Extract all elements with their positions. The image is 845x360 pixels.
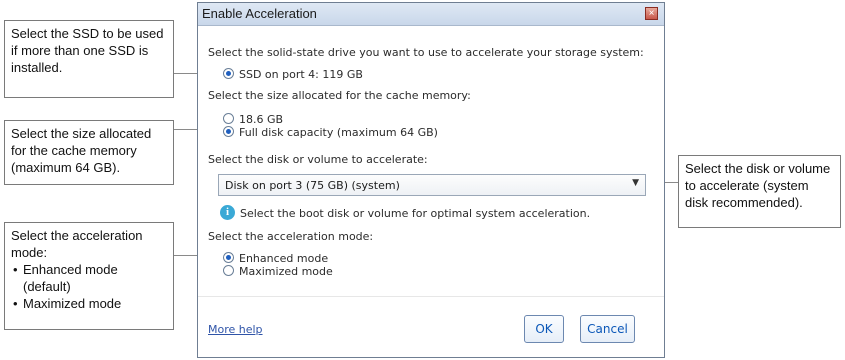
info-icon: i	[220, 205, 235, 220]
ok-button[interactable]: OK	[524, 315, 564, 343]
close-icon[interactable]: ×	[645, 7, 658, 20]
callout-mode-intro: Select the acceleration mode:	[11, 228, 143, 260]
callout-ssd-text: Select the SSD to be used if more than o…	[11, 26, 164, 75]
callout-cache-size: Select the size allocated for the cache …	[4, 120, 174, 185]
callout-cache-size-text: Select the size allocated for the cache …	[11, 126, 152, 175]
mode-maximized-label: Maximized mode	[239, 265, 333, 278]
size-radio-full[interactable]	[223, 126, 234, 137]
mode-radio-maximized[interactable]	[223, 265, 234, 276]
cancel-button[interactable]: Cancel	[580, 315, 635, 343]
mode-radio-enhanced[interactable]	[223, 252, 234, 263]
callout-disk-text: Select the disk or volume to accelerate …	[685, 161, 831, 210]
title-bar: Enable Acceleration ×	[198, 3, 664, 26]
enable-acceleration-dialog: Enable Acceleration × Select the solid-s…	[197, 2, 665, 358]
mode-enhanced-label: Enhanced mode	[239, 252, 329, 265]
disk-prompt: Select the disk or volume to accelerate:	[208, 153, 428, 166]
callout-mode-item: Enhanced mode (default)	[13, 261, 167, 295]
mode-prompt: Select the acceleration mode:	[208, 230, 374, 243]
callout-mode: Select the acceleration mode: Enhanced m…	[4, 222, 174, 330]
cache-size-prompt: Select the size allocated for the cache …	[208, 89, 471, 102]
callout-mode-list: Enhanced mode (default) Maximized mode	[11, 261, 167, 312]
disk-select-value: Disk on port 3 (75 GB) (system)	[225, 179, 400, 192]
size-radio-18gb[interactable]	[223, 113, 234, 124]
ssd-radio[interactable]	[223, 68, 234, 79]
disk-select[interactable]: Disk on port 3 (75 GB) (system) ▼	[218, 174, 646, 196]
footer-divider	[198, 296, 664, 297]
info-text: Select the boot disk or volume for optim…	[240, 207, 591, 220]
more-help-link[interactable]: More help	[208, 323, 263, 336]
size-option-full-label: Full disk capacity (maximum 64 GB)	[239, 126, 438, 139]
ssd-prompt: Select the solid-state drive you want to…	[208, 46, 644, 59]
callout-disk: Select the disk or volume to accelerate …	[678, 155, 841, 228]
callout-ssd: Select the SSD to be used if more than o…	[4, 20, 174, 98]
size-option-18gb-label: 18.6 GB	[239, 113, 284, 126]
ssd-option-label: SSD on port 4: 119 GB	[239, 68, 363, 81]
dialog-content: Select the solid-state drive you want to…	[198, 26, 664, 357]
callout-mode-item: Maximized mode	[13, 295, 167, 312]
chevron-down-icon[interactable]: ▼	[632, 178, 639, 188]
dialog-title: Enable Acceleration	[202, 6, 317, 21]
